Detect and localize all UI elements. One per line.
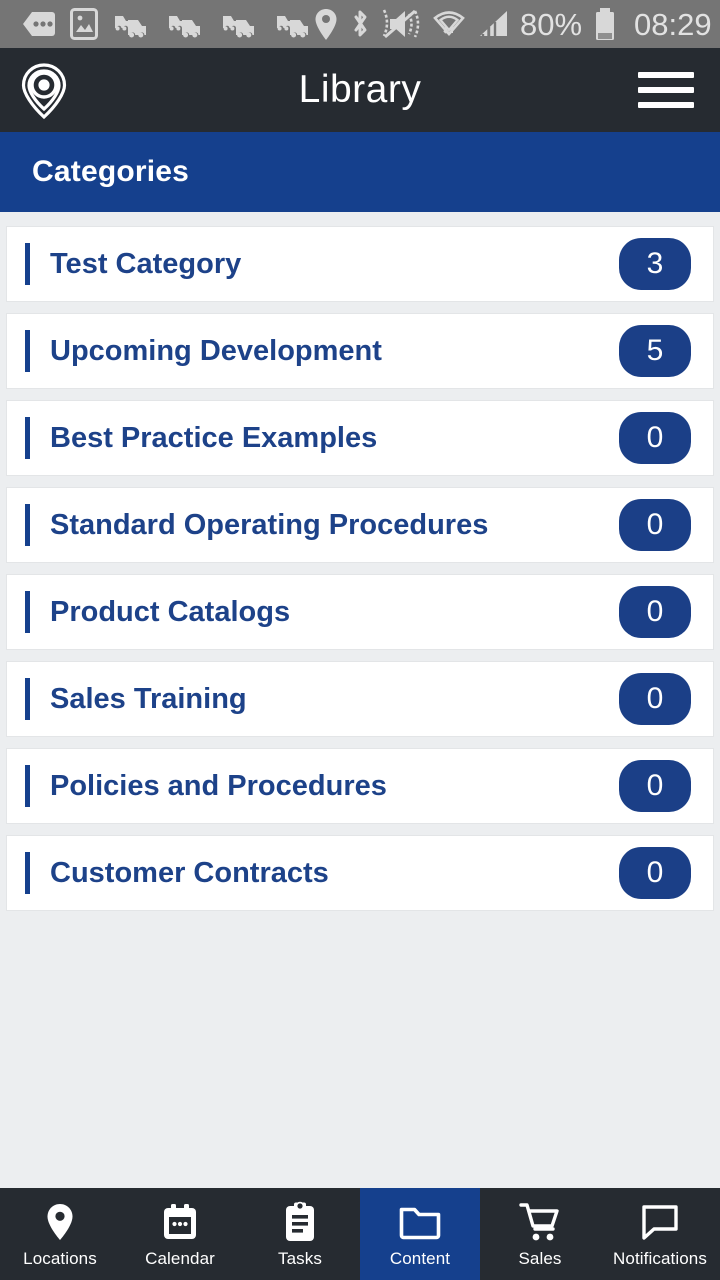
clock-label: 08:29 xyxy=(634,6,712,42)
folder-icon xyxy=(398,1202,442,1242)
section-header-title: Categories xyxy=(32,155,190,188)
nav-tab-label: Locations xyxy=(23,1248,97,1268)
app-bar: Library xyxy=(0,48,720,132)
category-name: Test Category xyxy=(50,247,242,280)
nav-tab-calendar[interactable]: Calendar xyxy=(120,1188,240,1280)
category-name: Product Catalogs xyxy=(50,595,291,628)
bluetooth-icon xyxy=(350,8,370,40)
category-name: Standard Operating Procedures xyxy=(50,508,489,541)
location-pin-icon xyxy=(43,1202,77,1242)
category-count-badge: 0 xyxy=(619,586,691,638)
nav-tab-label: Sales xyxy=(518,1248,562,1268)
category-count-badge: 0 xyxy=(619,499,691,551)
status-bar-right-icons: 80% 08:29 xyxy=(314,7,712,41)
wifi-icon xyxy=(432,9,466,39)
messages-icon xyxy=(22,10,56,38)
hamburger-bar xyxy=(638,87,694,93)
category-count-badge: 3 xyxy=(619,238,691,290)
nav-tab-notifications[interactable]: Notifications xyxy=(600,1188,720,1280)
category-accent-bar xyxy=(25,678,30,720)
category-row[interactable]: Customer Contracts 0 xyxy=(6,835,714,911)
category-accent-bar xyxy=(25,591,30,633)
category-count-badge: 0 xyxy=(619,847,691,899)
status-bar-left-icons xyxy=(22,8,314,40)
nav-tab-tasks[interactable]: Tasks xyxy=(240,1188,360,1280)
category-accent-bar xyxy=(25,852,30,894)
nav-tab-label: Tasks xyxy=(278,1248,322,1268)
category-name: Customer Contracts xyxy=(50,856,329,889)
category-count-badge: 0 xyxy=(619,760,691,812)
location-pin-icon xyxy=(314,8,338,41)
hamburger-bar xyxy=(638,102,694,108)
category-row[interactable]: Upcoming Development 5 xyxy=(6,313,714,389)
category-name: Upcoming Development xyxy=(50,334,382,367)
image-icon xyxy=(70,8,98,40)
traffic-icon xyxy=(220,9,260,39)
category-name: Policies and Procedures xyxy=(50,769,387,802)
hamburger-bar xyxy=(638,72,694,78)
speech-bubble-icon xyxy=(640,1202,680,1242)
clipboard-icon xyxy=(283,1201,317,1242)
traffic-icon xyxy=(112,9,152,39)
category-row[interactable]: Policies and Procedures 0 xyxy=(6,748,714,824)
map-pin-layers-logo[interactable] xyxy=(14,60,74,120)
nav-tab-label: Calendar xyxy=(145,1248,215,1268)
battery-icon xyxy=(594,7,616,41)
category-name: Sales Training xyxy=(50,682,247,715)
category-accent-bar xyxy=(25,330,30,372)
nav-tab-content[interactable]: Content xyxy=(360,1188,480,1280)
battery-percent-label: 80% xyxy=(520,6,583,42)
category-row[interactable]: Standard Operating Procedures 0 xyxy=(6,487,714,563)
calendar-icon xyxy=(160,1202,200,1242)
category-accent-bar xyxy=(25,243,30,285)
category-accent-bar xyxy=(25,417,30,459)
traffic-icon xyxy=(274,9,314,39)
category-row[interactable]: Product Catalogs 0 xyxy=(6,574,714,650)
vibrate-mute-icon xyxy=(382,8,420,40)
category-count-badge: 0 xyxy=(619,673,691,725)
page-title: Library xyxy=(298,68,422,111)
traffic-icon xyxy=(166,9,206,39)
category-name: Best Practice Examples xyxy=(50,421,378,454)
hamburger-menu-icon[interactable] xyxy=(638,68,694,112)
bottom-navigation-bar: Locations Calendar Tasks Content Sales Notifi… xyxy=(0,1188,720,1280)
cell-signal-icon xyxy=(478,9,508,39)
category-list: Test Category 3 Upcoming Development 5 Best … xyxy=(0,212,720,1188)
category-accent-bar xyxy=(25,765,30,807)
nav-tab-label: Content xyxy=(389,1248,451,1268)
mobile-app-screen: 80% 08:29 Library Categories Test Catego… xyxy=(0,0,720,1280)
section-header-categories: Categories xyxy=(0,132,720,212)
shopping-cart-icon xyxy=(519,1202,561,1242)
category-count-badge: 5 xyxy=(619,325,691,377)
category-row[interactable]: Sales Training 0 xyxy=(6,661,714,737)
nav-tab-locations[interactable]: Locations xyxy=(0,1188,120,1280)
category-accent-bar xyxy=(25,504,30,546)
status-bar: 80% 08:29 xyxy=(0,0,720,48)
category-row[interactable]: Test Category 3 xyxy=(6,226,714,302)
nav-tab-sales[interactable]: Sales xyxy=(480,1188,600,1280)
category-row[interactable]: Best Practice Examples 0 xyxy=(6,400,714,476)
nav-tab-label: Notifications xyxy=(613,1248,707,1268)
category-count-badge: 0 xyxy=(619,412,691,464)
